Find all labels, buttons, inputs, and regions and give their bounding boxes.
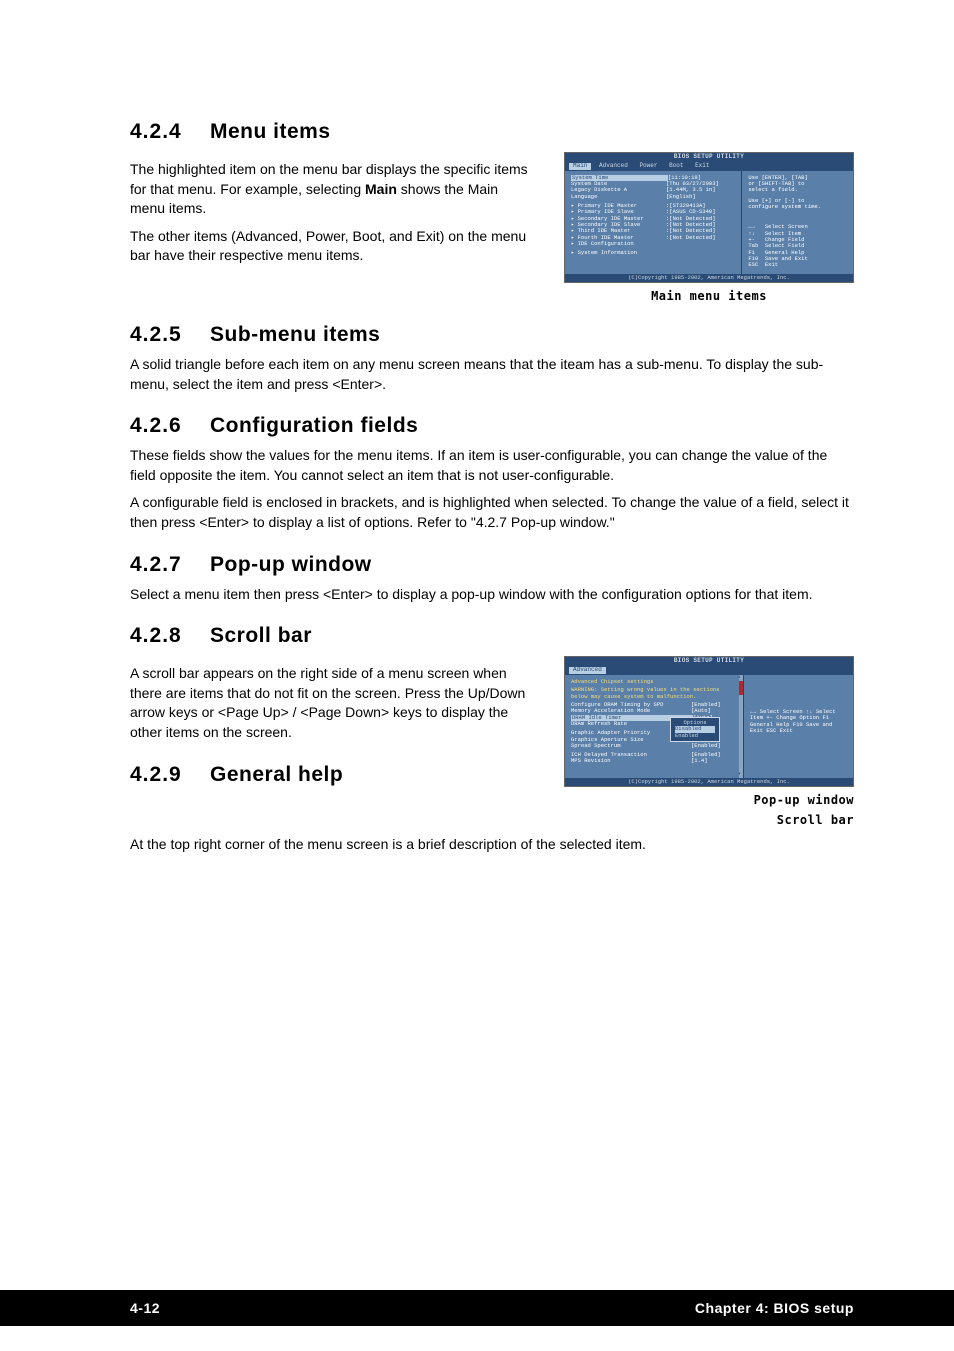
- p-427-1: Select a menu item then press <Enter> to…: [130, 585, 854, 605]
- p-426-2: A configurable field is enclosed in brac…: [130, 493, 854, 532]
- figure-main-menu: BIOS SETUP UTILITY Main Advanced Power B…: [564, 152, 854, 303]
- p-425-1: A solid triangle before each item on any…: [130, 355, 854, 394]
- caption-popup: Pop-up window: [564, 793, 854, 807]
- tab-advanced-2: Advanced: [569, 667, 606, 674]
- p-424-1: The highlighted item on the menu bar dis…: [130, 160, 530, 219]
- adv-warning: WARNING: Setting wrong values in the sec…: [571, 687, 733, 700]
- heading-424: 4.2.4Menu items: [130, 120, 854, 144]
- tab-advanced: Advanced: [595, 163, 632, 170]
- popup-window: Options Disabled Enabled: [670, 717, 720, 742]
- text-424: The highlighted item on the menu bar dis…: [130, 152, 530, 274]
- bios-copyright: (C)Copyright 1985-2002, American Megatre…: [565, 274, 853, 282]
- bios-screenshot-1: BIOS SETUP UTILITY Main Advanced Power B…: [564, 152, 854, 283]
- main-word: Main: [365, 181, 397, 197]
- tab-exit: Exit: [691, 163, 713, 170]
- secnum: 4.2.4: [130, 120, 210, 144]
- bios-screenshot-2: BIOS SETUP UTILITY Advanced Advanced Chi…: [564, 656, 854, 787]
- p-428-1: A scroll bar appears on the right side o…: [130, 664, 530, 742]
- footer-chapter: Chapter 4: BIOS setup: [695, 1300, 854, 1316]
- tab-boot: Boot: [665, 163, 687, 170]
- heading-427: 4.2.7Pop-up window: [130, 553, 854, 577]
- bios-left-panel: System Time[11:10:19] System Date[Thu 03…: [565, 171, 742, 274]
- p-426-1: These fields show the values for the men…: [130, 446, 854, 485]
- heading-428: 4.2.8Scroll bar: [130, 624, 854, 648]
- help-text-1: Use [ENTER], [TAB] or [SHIFT-TAB] to sel…: [748, 175, 847, 194]
- bios-help-panel: Use [ENTER], [TAB] or [SHIFT-TAB] to sel…: [742, 171, 853, 274]
- heading-425: 4.2.5Sub-menu items: [130, 323, 854, 347]
- help-text-2: Use [+] or [-] to configure system time.: [748, 198, 847, 211]
- caption-scroll: Scroll bar: [564, 813, 854, 827]
- tab-main: Main: [569, 163, 591, 170]
- caption-main-menu: Main menu items: [564, 289, 854, 303]
- tab-power: Power: [635, 163, 661, 170]
- bios-title: BIOS SETUP UTILITY: [565, 153, 853, 162]
- scrollbar: [739, 675, 743, 778]
- heading-426: 4.2.6Configuration fields: [130, 414, 854, 438]
- bios-menubar: Main Advanced Power Boot Exit: [565, 162, 853, 171]
- sectitle: Menu items: [210, 120, 331, 143]
- adv-heading: Advanced Chipset settings: [571, 679, 733, 685]
- p-424-2: The other items (Advanced, Power, Boot, …: [130, 227, 530, 266]
- help-nav: ←→ Select Screen ↑↓ Select Item +- Chang…: [748, 224, 847, 268]
- p-429-1: At the top right corner of the menu scre…: [130, 835, 854, 855]
- footer-page-number: 4-12: [130, 1300, 160, 1316]
- figure-popup-scroll: BIOS SETUP UTILITY Advanced Advanced Chi…: [564, 656, 854, 827]
- page-content: 4.2.4Menu items The highlighted item on …: [0, 0, 954, 1290]
- row-424: The highlighted item on the menu bar dis…: [130, 152, 854, 303]
- help-nav-2: ←→ Select Screen ↑↓ Select Item +- Chang…: [750, 709, 847, 734]
- page-footer: 4-12 Chapter 4: BIOS setup: [0, 1290, 954, 1326]
